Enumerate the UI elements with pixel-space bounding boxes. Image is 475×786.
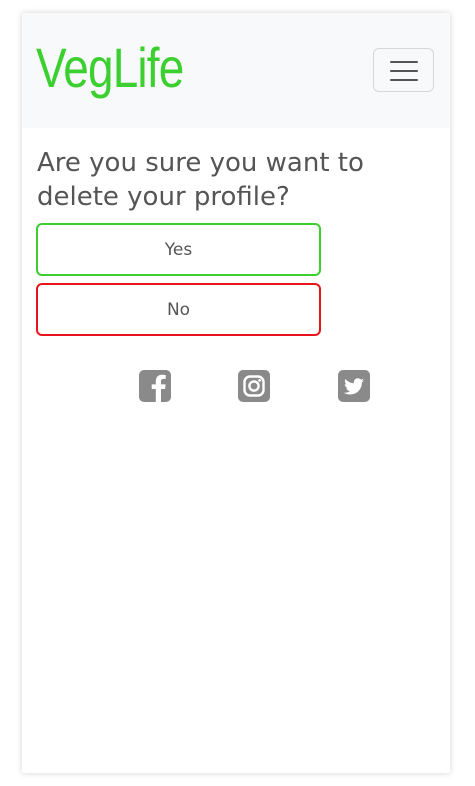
delete-confirmation-question: Are you sure you want to delete your pro… [37,148,364,212]
yes-button-label: Yes [164,239,193,260]
no-button-label: No [166,299,191,320]
facebook-square-icon [139,370,171,402]
navbar: VegLife [22,13,450,128]
no-button[interactable]: No [36,283,321,336]
twitter-link[interactable] [338,370,370,402]
navbar-toggler-button[interactable] [373,48,434,92]
instagram-square-icon [238,370,270,402]
app-viewport: VegLife Are you sure you want to delete … [22,13,450,773]
twitter-square-icon [338,370,370,402]
facebook-link[interactable] [139,370,171,402]
yes-button[interactable]: Yes [36,223,321,276]
instagram-link[interactable] [238,370,270,402]
brand-logo[interactable]: VegLife [36,35,184,101]
